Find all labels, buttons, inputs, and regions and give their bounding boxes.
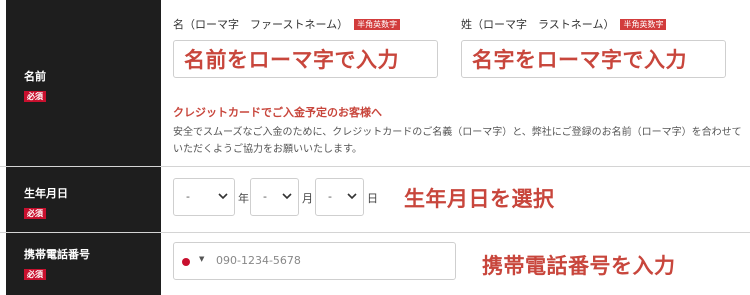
- registration-form: 名前 必須 名（ローマ字 ファーストネーム） 半角英数字 姓（ローマ字 ラストネー…: [0, 0, 750, 295]
- birth-label-cell: 生年月日 必須: [6, 167, 161, 232]
- required-badge: 必須: [24, 269, 46, 280]
- mobile-phone-placeholder: 090-1234-5678: [216, 254, 301, 267]
- first-name-label: 名（ローマ字 ファーストネーム） 半角英数字: [173, 16, 401, 32]
- birth-field-cell: - 年 - 月 - 日 生年月日を選択: [161, 167, 750, 232]
- japan-flag-icon[interactable]: [182, 258, 190, 266]
- birth-month-select[interactable]: -: [250, 178, 299, 216]
- birth-date-label: 生年月日: [24, 187, 68, 200]
- year-unit: 年: [238, 192, 249, 205]
- birth-day-value: -: [328, 190, 332, 203]
- chevron-down-icon: [218, 193, 228, 200]
- birth-day-select[interactable]: -: [315, 178, 364, 216]
- mobile-phone-annotation: 携帯電話番号を入力: [482, 254, 676, 278]
- month-unit: 月: [302, 192, 313, 205]
- last-name-label-text: 姓（ローマ字 ラストネーム）: [461, 18, 615, 31]
- chevron-down-icon: [347, 193, 357, 200]
- birth-year-select[interactable]: -: [173, 178, 235, 216]
- credit-card-notice-body: 安全でスムーズなご入金のために、クレジットカードのご名義（ローマ字）と、弊社にご…: [173, 127, 742, 155]
- last-name-input[interactable]: 名字をローマ字で入力: [461, 40, 726, 78]
- mobile-phone-input[interactable]: ▼ 090-1234-5678: [173, 242, 456, 280]
- name-label: 名前: [24, 70, 46, 83]
- caret-down-icon[interactable]: ▼: [199, 255, 204, 263]
- chevron-down-icon: [282, 193, 292, 200]
- birth-year-value: -: [186, 190, 190, 203]
- phone-field-cell: ▼ 090-1234-5678 携帯電話番号を入力: [161, 233, 750, 295]
- credit-card-notice-title: クレジットカードでご入金予定のお客様へ: [173, 106, 382, 119]
- phone-label-cell: 携帯電話番号 必須: [6, 233, 161, 295]
- half-width-badge: 半角英数字: [620, 19, 667, 30]
- name-field-cell: 名（ローマ字 ファーストネーム） 半角英数字 姓（ローマ字 ラストネーム） 半角英数…: [161, 0, 750, 166]
- required-badge: 必須: [24, 91, 46, 102]
- first-name-label-text: 名（ローマ字 ファーストネーム）: [173, 18, 349, 31]
- day-unit: 日: [367, 192, 378, 205]
- required-badge: 必須: [24, 208, 46, 219]
- birth-date-row: 生年月日 必須 - 年 - 月 - 日 生年月日を選択: [0, 167, 750, 233]
- birth-month-value: -: [263, 190, 267, 203]
- mobile-phone-row: 携帯電話番号 必須 ▼ 090-1234-5678 携帯電話番号を入力: [0, 233, 750, 295]
- half-width-badge: 半角英数字: [354, 19, 401, 30]
- birth-date-annotation: 生年月日を選択: [404, 187, 555, 211]
- first-name-input-text: 名前をローマ字で入力: [184, 48, 399, 72]
- name-row: 名前 必須 名（ローマ字 ファーストネーム） 半角英数字 姓（ローマ字 ラストネー…: [0, 0, 750, 167]
- name-label-cell: 名前 必須: [6, 0, 161, 166]
- last-name-input-text: 名字をローマ字で入力: [472, 48, 687, 72]
- mobile-phone-label: 携帯電話番号: [24, 248, 90, 261]
- first-name-input[interactable]: 名前をローマ字で入力: [173, 40, 438, 78]
- last-name-label: 姓（ローマ字 ラストネーム） 半角英数字: [461, 16, 667, 32]
